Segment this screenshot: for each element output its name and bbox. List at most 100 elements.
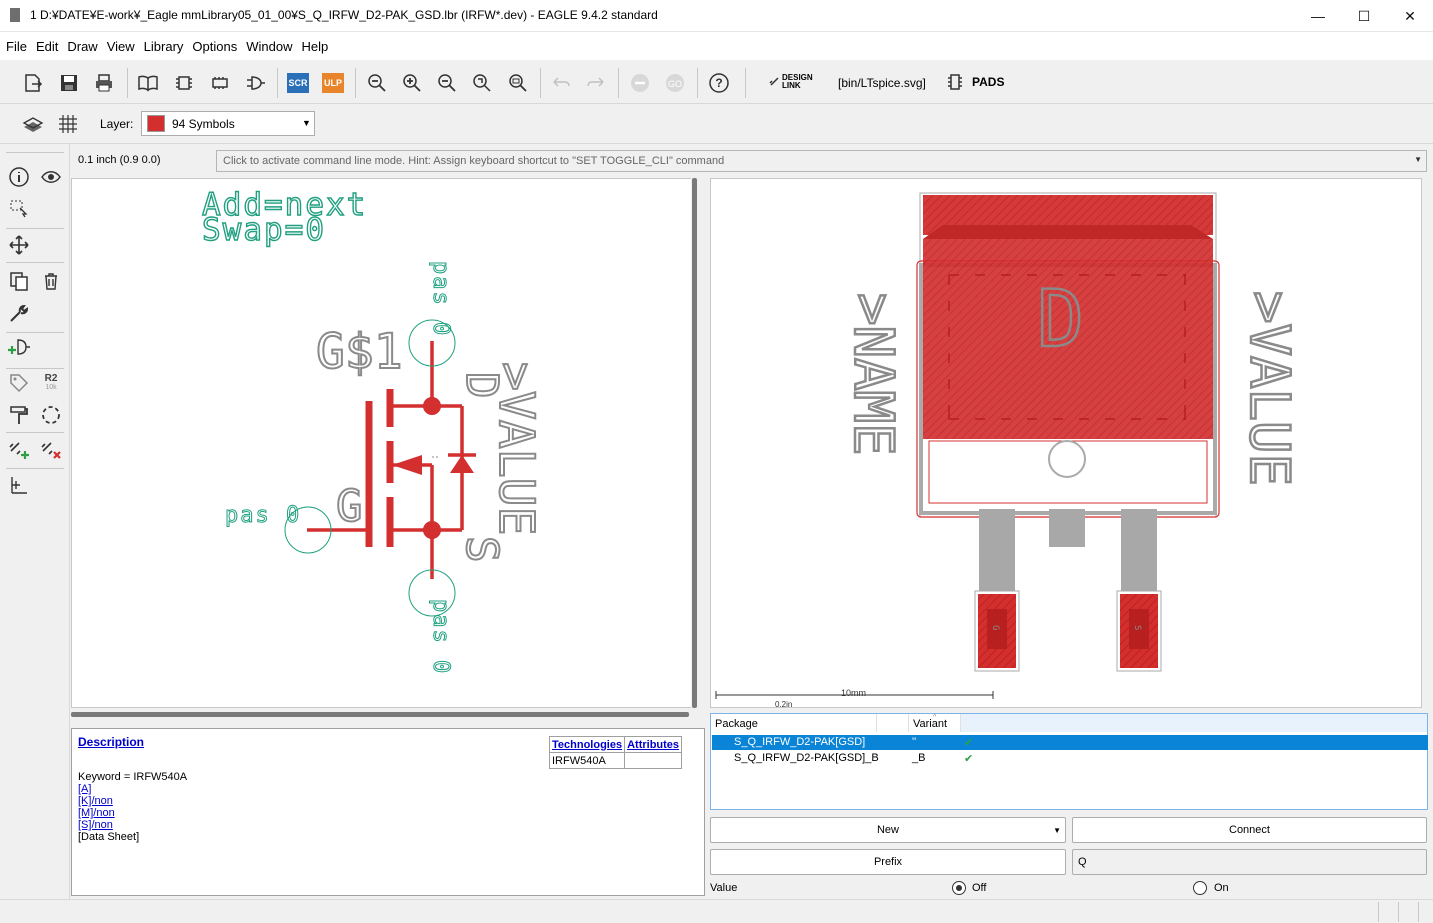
close-button[interactable]: ✕ — [1387, 0, 1433, 32]
sort-up-icon: ^ — [933, 714, 937, 721]
description-panel: Description Keyword = IRFW540A [A] [K]/n… — [71, 728, 705, 896]
value-off-radio[interactable] — [952, 881, 966, 895]
attributes-header[interactable]: Attributes — [624, 736, 683, 753]
connect-add-icon[interactable] — [6, 436, 32, 462]
package-variant-list[interactable]: Package Variant ^ S_Q_IRFW_D2-PAK[GSD] '… — [710, 713, 1428, 810]
dimension-icon[interactable] — [6, 472, 32, 498]
symbol-icon[interactable] — [243, 70, 269, 96]
menu-file[interactable]: File — [0, 32, 30, 54]
minimize-button[interactable]: — — [1295, 0, 1341, 32]
value-tool[interactable]: R2 10k — [38, 370, 64, 396]
info-icon[interactable] — [6, 164, 32, 190]
link-m[interactable]: [M]/non — [78, 807, 115, 819]
chevron-down-icon[interactable]: ▼ — [1414, 155, 1422, 164]
package-row-name: S_Q_IRFW_D2-PAK[GSD]_B — [734, 752, 879, 764]
prefix-input[interactable]: Q — [1072, 849, 1427, 875]
scr-icon[interactable]: SCR — [285, 70, 311, 96]
new-button[interactable]: New ▼ — [710, 817, 1066, 843]
col-blank-header[interactable] — [877, 714, 909, 732]
link-icon — [769, 77, 779, 86]
group-select-icon[interactable] — [6, 196, 32, 222]
paint-roller-icon[interactable] — [6, 402, 32, 428]
command-line-input[interactable]: Click to activate command line mode. Hin… — [216, 150, 1427, 172]
save-icon[interactable] — [56, 70, 82, 96]
value-on-label: On — [1214, 882, 1229, 894]
zoom-select-icon[interactable] — [505, 70, 531, 96]
design-link-button[interactable]: DESIGN LINK — [768, 74, 813, 90]
open-icon[interactable] — [20, 70, 46, 96]
package-row-variant: _B — [912, 752, 926, 764]
grid-icon[interactable] — [55, 111, 81, 137]
move-icon[interactable] — [6, 232, 32, 258]
zoom-redraw-icon[interactable] — [469, 70, 495, 96]
connect-button[interactable]: Connect — [1072, 817, 1427, 843]
undo-icon[interactable] — [548, 70, 574, 96]
symbol-editor-canvas[interactable]: Add=next Swap=0 G$1 >VALUE D G S pas 0 p… — [71, 178, 697, 708]
symbol-horizontal-scrollbar[interactable] — [71, 710, 697, 718]
chip-icon — [948, 74, 962, 90]
tool-palette: R2 10k — [0, 144, 70, 899]
zoom-out-icon[interactable] — [434, 70, 460, 96]
r2-label: R2 — [44, 373, 58, 384]
link-k[interactable]: [K]/non — [78, 795, 113, 807]
layer-select[interactable]: 94 Symbols ▼ — [141, 111, 315, 136]
main-toolbar: SCR ULP GO ? DESIGN LINK [bin/LTspice.sv… — [0, 60, 1433, 104]
menu-bar: File Edit Draw View Library Options Window Help — [0, 32, 1433, 60]
zoom-in-icon[interactable] — [399, 70, 425, 96]
package-tab-label: D — [1037, 275, 1084, 365]
pads-button[interactable]: PADS — [946, 73, 1004, 91]
menu-library[interactable]: Library — [138, 32, 187, 54]
svg-text:GO: GO — [668, 79, 682, 89]
package-row[interactable]: S_Q_IRFW_D2-PAK[GSD]_B _B ✔ — [712, 751, 1428, 766]
menu-options[interactable]: Options — [186, 32, 240, 54]
stop-icon[interactable] — [627, 70, 653, 96]
window-title: 1 D:¥DATE¥E-work¥_Eagle mmLibrary05_01_0… — [30, 8, 658, 22]
help-icon[interactable]: ? — [706, 70, 732, 96]
status-bar — [0, 899, 1433, 923]
device-icon[interactable] — [207, 70, 233, 96]
menu-draw[interactable]: Draw — [61, 32, 100, 54]
col-package-header[interactable]: Package — [711, 714, 877, 732]
title-bar: 1 D:¥DATE¥E-work¥_Eagle mmLibrary05_01_0… — [0, 0, 1433, 32]
library-book-icon[interactable] — [135, 70, 161, 96]
maximize-button[interactable]: ☐ — [1341, 0, 1387, 32]
add-part-icon[interactable] — [6, 336, 32, 362]
menu-view[interactable]: View — [101, 32, 138, 54]
tag-icon[interactable] — [6, 370, 32, 396]
menu-window[interactable]: Window — [240, 32, 295, 54]
print-icon[interactable] — [91, 70, 117, 96]
source-label: S — [456, 536, 507, 563]
keyword-text: Keyword = IRFW540A — [78, 771, 188, 783]
connect-remove-icon[interactable] — [38, 436, 64, 462]
layer-label: Layer: — [100, 117, 134, 131]
delete-icon[interactable] — [38, 268, 64, 294]
pin-s-name: pas 0 — [428, 599, 453, 675]
ulp-icon[interactable]: ULP — [320, 70, 346, 96]
attribute-cell[interactable] — [624, 752, 683, 769]
prefix-button[interactable]: Prefix — [710, 849, 1066, 875]
eye-icon[interactable] — [38, 164, 64, 190]
smash-icon[interactable] — [38, 402, 64, 428]
zoom-fit-icon[interactable] — [364, 70, 390, 96]
script-dropdown[interactable]: [bin/LTspice.svg] — [838, 76, 926, 90]
link-a[interactable]: [A] — [78, 783, 91, 795]
pad-s-label: S — [1132, 625, 1142, 630]
technology-cell[interactable]: IRFW540A — [548, 752, 626, 769]
package-row[interactable]: S_Q_IRFW_D2-PAK[GSD] '' ✔ — [712, 735, 1428, 750]
layers-icon[interactable] — [20, 111, 46, 137]
gate-label: G — [336, 481, 363, 532]
link-s[interactable]: [S]/non — [78, 819, 113, 831]
description-link[interactable]: Description — [78, 735, 144, 749]
symbol-vertical-scrollbar[interactable] — [691, 178, 699, 708]
menu-edit[interactable]: Edit — [30, 32, 61, 54]
go-icon[interactable]: GO — [662, 70, 688, 96]
menu-help[interactable]: Help — [295, 32, 331, 54]
package-icon[interactable] — [171, 70, 197, 96]
layer-toolbar: Layer: 94 Symbols ▼ — [0, 104, 1433, 144]
pin-d-name: pas 0 — [428, 261, 453, 337]
redo-icon[interactable] — [583, 70, 609, 96]
value-on-radio[interactable] — [1193, 881, 1207, 895]
wrench-icon[interactable] — [6, 300, 32, 326]
technologies-header[interactable]: Technologies — [548, 736, 626, 753]
copy-icon[interactable] — [6, 268, 32, 294]
